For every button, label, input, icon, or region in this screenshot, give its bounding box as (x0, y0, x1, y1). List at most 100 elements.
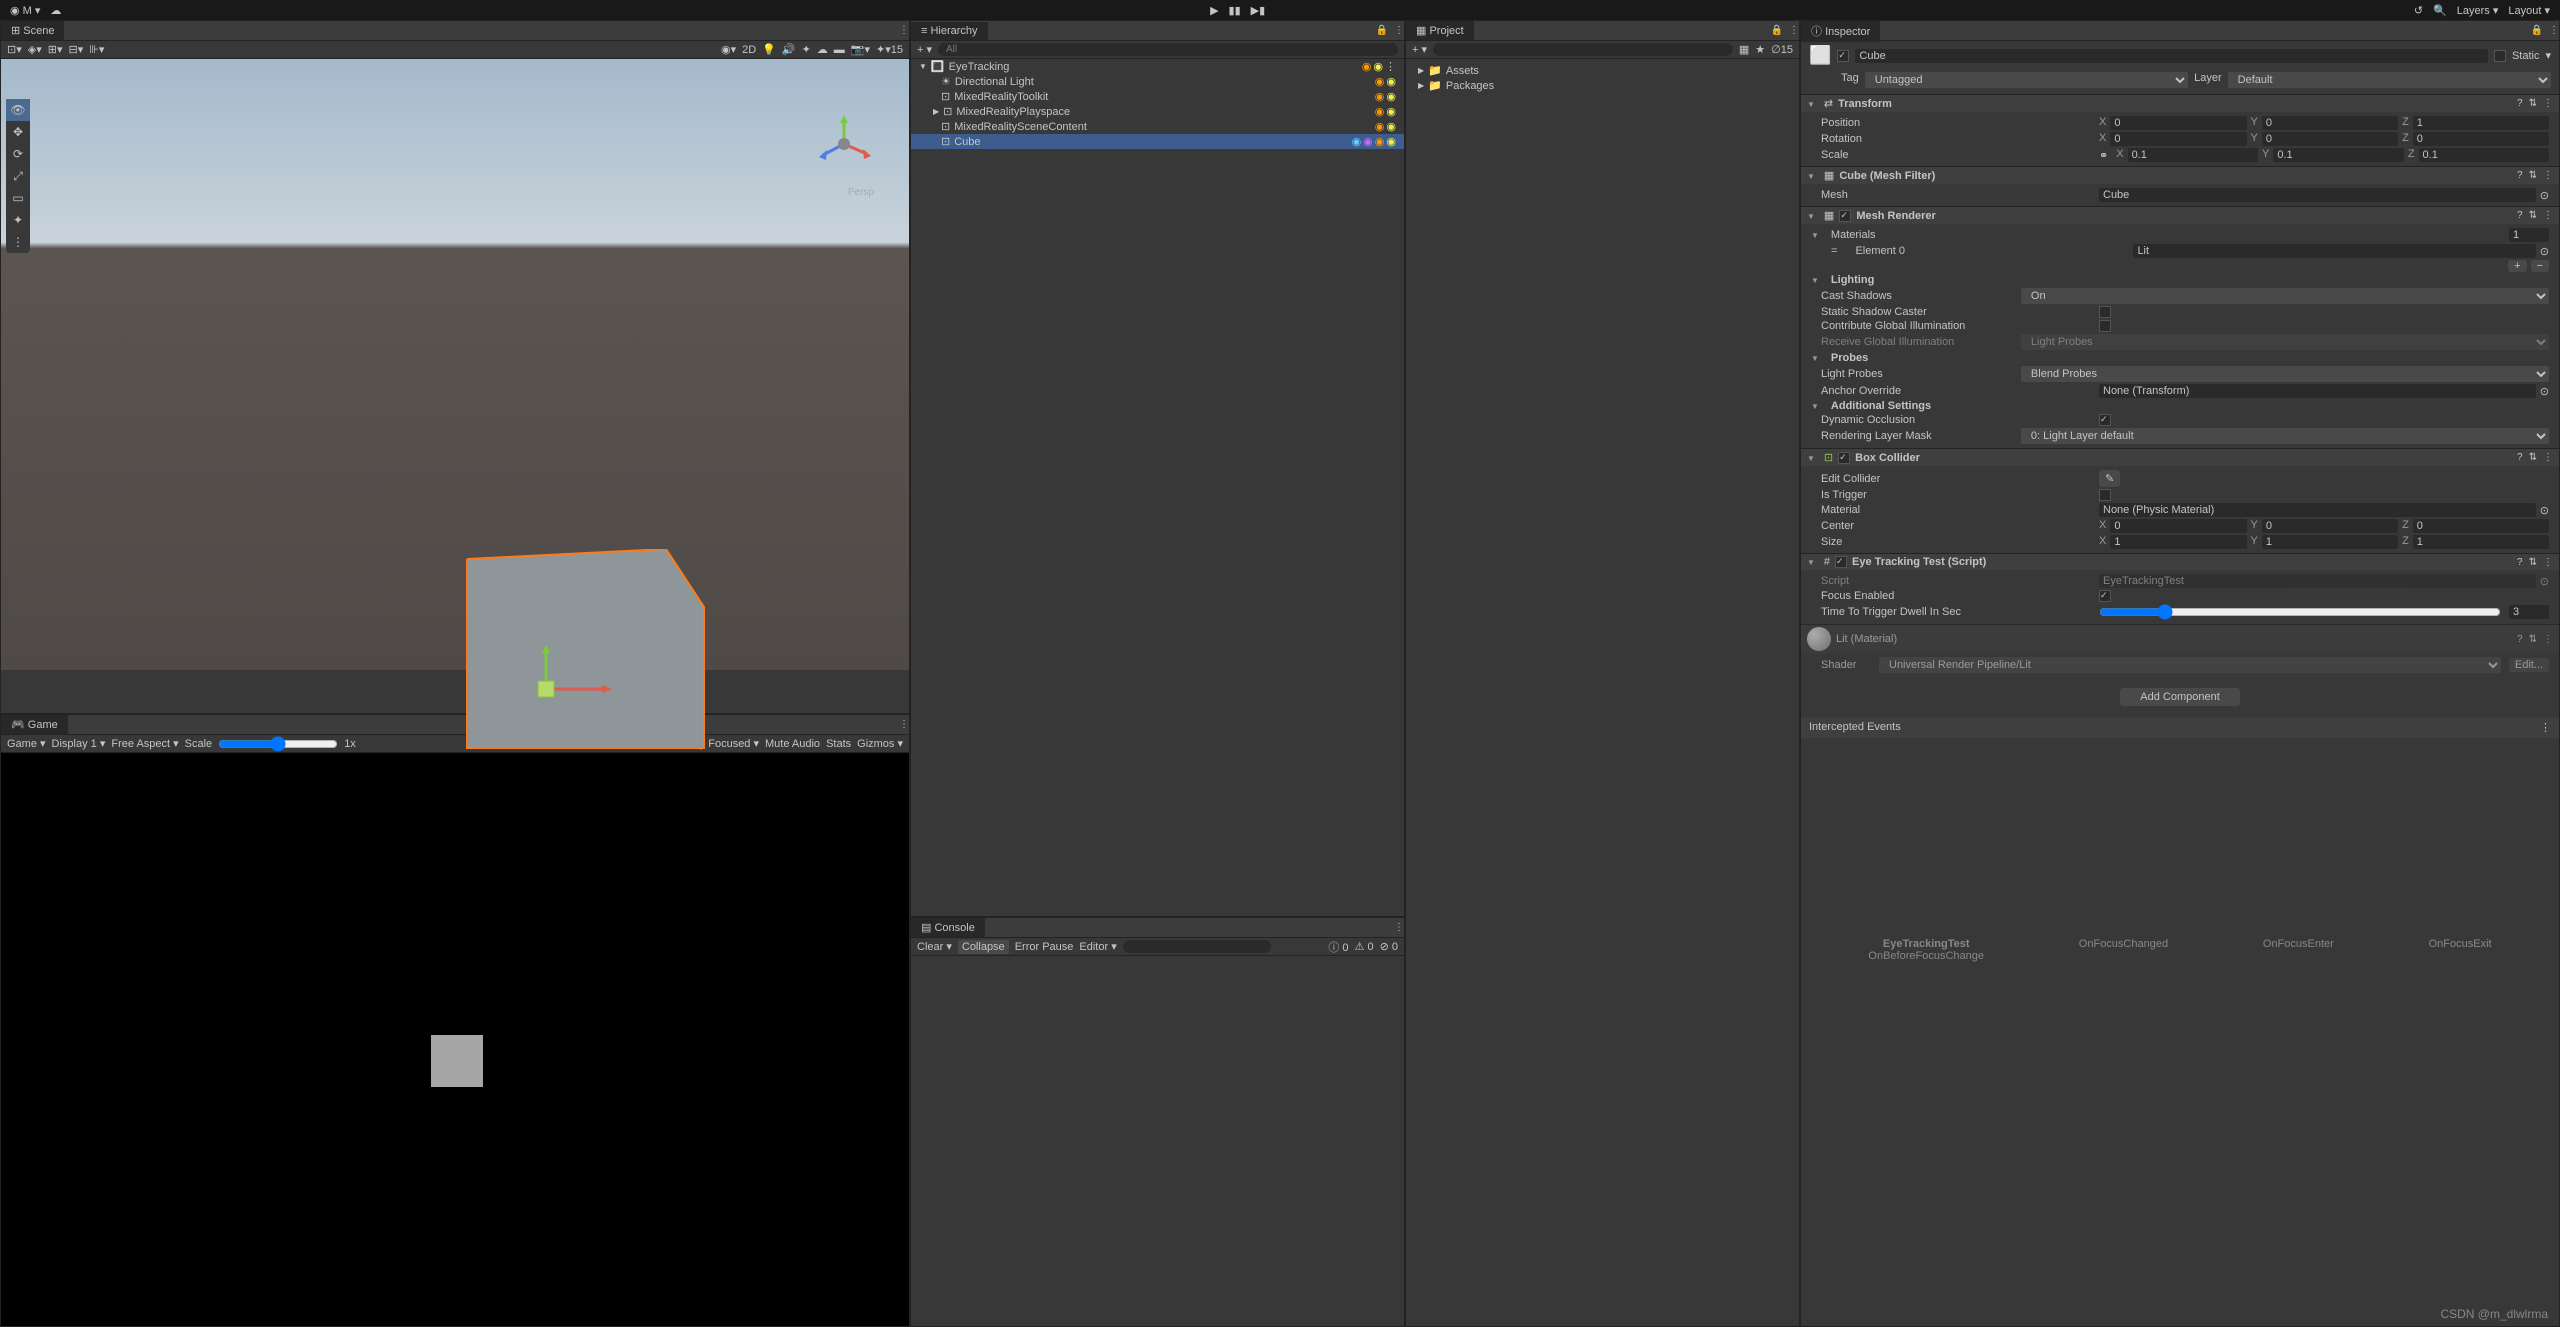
object-picker-icon[interactable]: ⊙ (2540, 189, 2549, 202)
game-dropdown[interactable]: Game ▾ (7, 737, 46, 750)
center-x[interactable] (2110, 519, 2246, 533)
project-tab[interactable]: ▦ Project (1406, 21, 1474, 40)
layout-dropdown[interactable]: Layout ▾ (2508, 4, 2550, 17)
rotate-tool[interactable]: ⟳ (6, 143, 30, 165)
object-picker-icon[interactable]: ⊙ (2540, 245, 2549, 258)
clear-button[interactable]: Clear ▾ (917, 940, 952, 953)
audio-icon[interactable]: 🔊 (782, 43, 796, 56)
assets-folder[interactable]: ▶ 📁 Assets (1410, 63, 1795, 78)
scale-y[interactable] (2273, 148, 2403, 162)
tool-handle-icon[interactable]: ⊡▾ (7, 43, 22, 56)
rect-tool[interactable]: ▭ (6, 187, 30, 209)
link-icon[interactable]: ⚭ (2099, 149, 2108, 162)
focus-enabled-checkbox[interactable] (2099, 590, 2111, 602)
hierarchy-search[interactable] (938, 43, 1398, 56)
lock-icon[interactable]: 🔒 (1771, 25, 1783, 36)
mat-count[interactable] (2509, 228, 2549, 242)
menu-icon[interactable]: ⋮ (2540, 721, 2551, 734)
hierarchy-tab[interactable]: ≡ Hierarchy (911, 22, 988, 40)
collapse-button[interactable]: Collapse (958, 940, 1009, 954)
rot-z[interactable] (2413, 132, 2549, 146)
render-mask-dropdown[interactable]: 0: Light Layer default (2021, 428, 2549, 444)
center-y[interactable] (2262, 519, 2398, 533)
preset-icon[interactable]: ⇅ (2529, 98, 2537, 109)
active-checkbox[interactable] (1837, 50, 1849, 62)
user-icon[interactable]: ◉ M ▾ (10, 4, 40, 17)
boxcollider-header[interactable]: ⊡ Box Collider ?⇅⋮ (1801, 448, 2559, 466)
step-button[interactable]: ▶▮ (1251, 4, 1266, 17)
create-dropdown[interactable]: + ▾ (1412, 43, 1427, 56)
hierarchy-item[interactable]: ☀ Directional Light ◉◉ (911, 74, 1404, 89)
pos-y[interactable] (2262, 116, 2398, 130)
console-tab[interactable]: ▤ Console (911, 918, 985, 937)
mesh-field[interactable] (2099, 188, 2536, 202)
edit-shader-button[interactable]: Edit... (2509, 658, 2549, 672)
create-dropdown[interactable]: + ▾ (917, 43, 932, 56)
object-picker-icon[interactable]: ⊙ (2540, 385, 2549, 398)
script-enabled[interactable] (1835, 556, 1847, 568)
anchor-field[interactable] (2099, 384, 2536, 398)
project-search[interactable] (1433, 43, 1733, 56)
2d-toggle[interactable]: 2D (742, 44, 756, 56)
object-name-input[interactable] (1855, 49, 2488, 63)
fx-icon[interactable]: ✦ (802, 43, 811, 56)
remove-material[interactable]: − (2531, 260, 2549, 272)
console-search[interactable] (1123, 940, 1271, 953)
favorites-icon[interactable]: ★ (1755, 43, 1765, 56)
mute-audio-toggle[interactable]: Mute Audio (765, 738, 820, 750)
size-y[interactable] (2262, 535, 2398, 549)
shader-dropdown[interactable]: Universal Render Pipeline/Lit (1879, 657, 2501, 673)
dwell-slider[interactable] (2099, 604, 2501, 620)
play-button[interactable]: ▶ (1210, 4, 1218, 17)
increment-icon[interactable]: ⊪▾ (89, 43, 104, 56)
packages-folder[interactable]: ▶ 📁 Packages (1410, 78, 1795, 93)
game-tab[interactable]: 🎮 Game (1, 715, 68, 734)
panel-menu-icon[interactable]: ⋮ (899, 25, 909, 36)
static-caster-checkbox[interactable] (2099, 306, 2111, 318)
inspector-tab[interactable]: ⓘ Inspector (1801, 20, 1880, 42)
game-viewport[interactable] (1, 753, 909, 1326)
scene-tab[interactable]: ⊞ Scene (1, 21, 64, 40)
editor-dropdown[interactable]: Editor ▾ (1079, 940, 1116, 953)
selected-object-cube[interactable] (466, 549, 706, 749)
dyn-occ-checkbox[interactable] (2099, 414, 2111, 426)
stats-toggle[interactable]: Stats (826, 738, 851, 750)
move-tool[interactable]: ✥ (6, 121, 30, 143)
pos-z[interactable] (2413, 116, 2549, 130)
layers-icon[interactable]: ▬ (834, 44, 845, 56)
size-z[interactable] (2413, 535, 2549, 549)
hierarchy-item[interactable]: ⊡ MixedRealityToolkit ◉◉ (911, 89, 1404, 104)
col-material-field[interactable] (2099, 503, 2536, 517)
material-header[interactable]: Lit (Material) ?⇅⋮ (1801, 624, 2559, 653)
panel-menu-icon[interactable]: ⋮ (1394, 25, 1404, 36)
scale-slider[interactable] (218, 736, 338, 752)
undo-history-icon[interactable]: ↺ (2414, 4, 2423, 17)
size-x[interactable] (2110, 535, 2246, 549)
gizmos-icon[interactable]: ✦▾15 (876, 43, 903, 56)
eyetracking-header[interactable]: # Eye Tracking Test (Script) ?⇅⋮ (1801, 553, 2559, 570)
edit-collider-button[interactable]: ✎ (2099, 470, 2120, 487)
filter-icon[interactable]: ▦ (1739, 43, 1749, 56)
panel-menu-icon[interactable]: ⋮ (2549, 25, 2559, 36)
error-pause-button[interactable]: Error Pause (1015, 941, 1074, 953)
snap-icon[interactable]: ⊟▾ (68, 43, 83, 56)
orientation-gizmo[interactable] (809, 109, 879, 179)
layer-dropdown[interactable]: Default (2228, 72, 2551, 88)
view-tool[interactable]: 👁 (6, 99, 30, 121)
menu-icon[interactable]: ⋮ (2543, 98, 2553, 109)
custom-tool[interactable]: ⋮ (6, 231, 30, 253)
layers-dropdown[interactable]: Layers ▾ (2457, 4, 2499, 17)
transform-header[interactable]: ⇄ Transform ?⇅⋮ (1801, 94, 2559, 112)
hidden-icon[interactable]: ☁ (817, 43, 828, 56)
panel-menu-icon[interactable]: ⋮ (899, 719, 909, 730)
element0-field[interactable] (2133, 244, 2535, 258)
scale-tool[interactable]: ⤢ (6, 165, 30, 187)
aspect-dropdown[interactable]: Free Aspect ▾ (111, 737, 178, 750)
hierarchy-item[interactable]: ⊡ MixedRealitySceneContent ◉◉ (911, 119, 1404, 134)
light-probes-dropdown[interactable]: Blend Probes (2021, 366, 2549, 382)
pos-x[interactable] (2110, 116, 2246, 130)
renderer-enabled[interactable] (1839, 210, 1851, 222)
hidden-icon[interactable]: ∅15 (1771, 43, 1793, 56)
hierarchy-item[interactable]: ▶ ⊡ MixedRealityPlayspace ◉◉ (911, 104, 1404, 119)
camera-icon[interactable]: 📷▾ (851, 43, 870, 56)
